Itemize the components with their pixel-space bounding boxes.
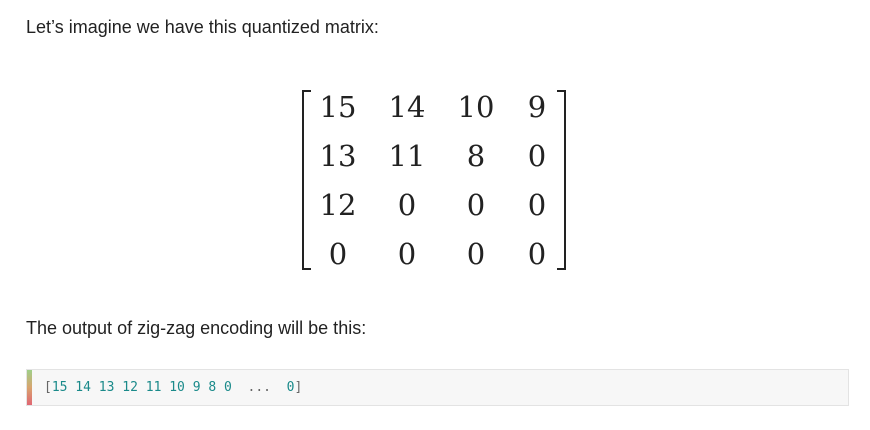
code-ellipsis: ...	[247, 380, 271, 395]
output-paragraph: The output of zig-zag encoding will be t…	[26, 318, 367, 338]
intro-paragraph: Let’s imagine we have this quantized mat…	[26, 17, 379, 37]
code-numbers: 15 14 13 12 11 10 9 8 0	[51, 380, 232, 395]
matrix-cell: 12	[319, 188, 357, 222]
code-open-bracket: [	[44, 380, 52, 395]
matrix-cell: 0	[527, 188, 547, 222]
matrix-cell: 8	[466, 139, 486, 173]
matrix-cell: 0	[397, 188, 417, 222]
matrix-cell: 15	[319, 90, 357, 124]
matrix-cell: 0	[466, 188, 486, 222]
matrix-cell: 9	[527, 90, 547, 124]
code-close-bracket: ]	[294, 380, 303, 395]
matrix-cell: 0	[527, 139, 547, 173]
code-line: [15 14 13 12 11 10 9 8 0 ... 0]	[44, 379, 302, 397]
matrix-cell: 0	[397, 237, 417, 271]
matrix-cell: 14	[388, 90, 426, 124]
code-accent-bar	[27, 370, 32, 405]
matrix-cell: 10	[457, 90, 495, 124]
matrix-cell: 0	[328, 237, 348, 271]
matrix-cell: 0	[466, 237, 486, 271]
matrix-cell: 0	[527, 237, 547, 271]
code-block: [15 14 13 12 11 10 9 8 0 ... 0]	[26, 369, 849, 406]
matrix-cell: 11	[388, 139, 426, 173]
matrix-cell: 13	[319, 139, 357, 173]
quantized-matrix: 15 14 10 9 13 11 8 0 12 0 0 0 0 0 0 0	[302, 90, 566, 271]
